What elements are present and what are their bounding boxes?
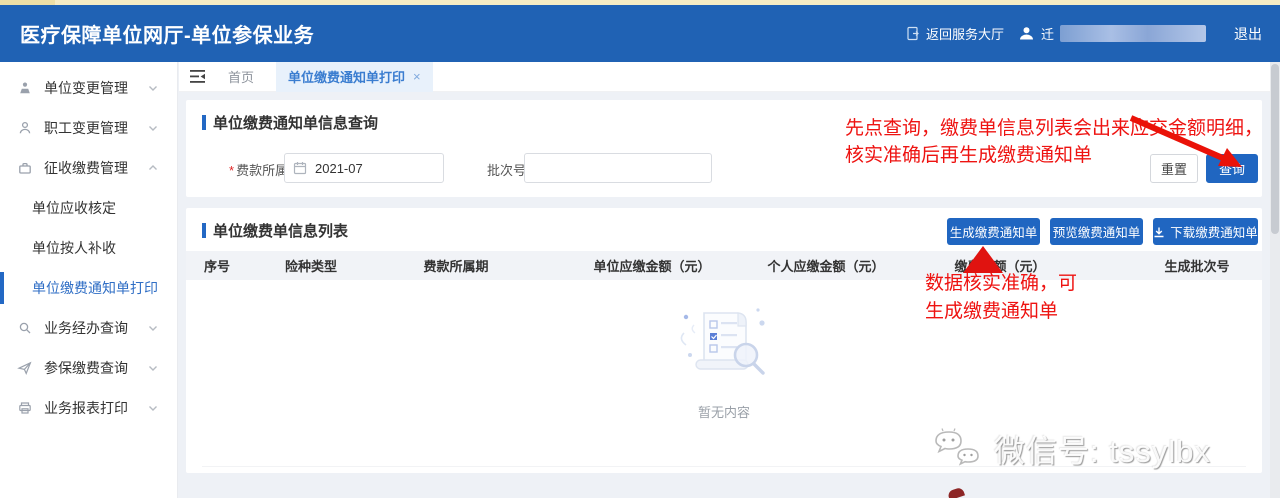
chevron-up-icon — [147, 162, 159, 174]
section-bar — [202, 115, 206, 130]
col-seq: 序号 — [204, 251, 230, 280]
tab-payment-notice-print[interactable]: 单位缴费通知单打印 × — [276, 62, 433, 92]
sidebar-subitem-label: 单位缴费通知单打印 — [32, 278, 158, 298]
required-mark: * — [229, 163, 234, 178]
batch-value[interactable] — [533, 160, 703, 177]
sidebar-item-unit-change[interactable]: 单位变更管理 — [0, 68, 177, 108]
query-tip-line1: 先点查询，缴费单信息列表会出来应交金额明细， — [845, 115, 1263, 142]
download-label: 下载缴费通知单 — [1170, 222, 1258, 241]
printer-icon — [17, 400, 33, 416]
sidebar-item-label: 单位变更管理 — [44, 78, 128, 98]
period-value[interactable] — [313, 160, 435, 177]
generate-tip-line1: 数据核实准确，可 — [925, 270, 1077, 298]
page-title: 医疗保障单位网厅-单位参保业务 — [20, 19, 314, 48]
col-unit-amount: 单位应缴金额（元） — [593, 251, 710, 280]
sidebar-subitem-label: 单位按人补收 — [32, 238, 116, 258]
app-window: 医疗保障单位网厅-单位参保业务 返回服务大厅 迁 退出 — [0, 0, 1280, 498]
sidebar: 单位变更管理 职工变更管理 征收缴费管理 单位应收核定 单位按人补收 — [0, 62, 178, 498]
app-header: 医疗保障单位网厅-单位参保业务 返回服务大厅 迁 退出 — [0, 5, 1280, 62]
chevron-down-icon — [147, 322, 159, 334]
sidebar-item-business-query[interactable]: 业务经办查询 — [0, 308, 177, 348]
red-triangle-icon — [963, 246, 1003, 273]
col-period: 费款所属期 — [423, 251, 488, 280]
query-tip-annotation: 先点查询，缴费单信息列表会出来应交金额明细， 核实准确后再生成缴费通知单 — [845, 115, 1263, 169]
redacted-user-name — [1060, 25, 1206, 42]
logout-button[interactable]: 退出 — [1234, 24, 1262, 44]
batch-label: 批次号 — [487, 160, 526, 179]
tab-home[interactable]: 首页 — [228, 67, 254, 86]
podium-person-icon — [17, 80, 33, 96]
chevron-down-icon — [147, 122, 159, 134]
card-bottom-divider — [202, 466, 1246, 467]
vertical-scrollbar[interactable] — [1270, 62, 1280, 498]
calendar-icon — [293, 161, 307, 175]
preview-notice-button[interactable]: 预览缴费通知单 — [1050, 218, 1143, 245]
col-insurance-type: 险种类型 — [285, 251, 337, 280]
sidebar-subitem-supplement-by-person[interactable]: 单位按人补收 — [0, 228, 177, 268]
sidebar-subitem-receivable-check[interactable]: 单位应收核定 — [0, 188, 177, 228]
sidebar-item-insured-payment-query[interactable]: 参保缴费查询 — [0, 348, 177, 388]
empty-illustration-icon — [670, 303, 778, 383]
sidebar-item-employee-change[interactable]: 职工变更管理 — [0, 108, 177, 148]
col-person-amount: 个人应缴金额（元） — [767, 251, 884, 280]
query-section-title: 单位缴费通知单信息查询 — [202, 112, 378, 133]
tab-close-icon[interactable]: × — [413, 69, 421, 84]
sidebar-item-label: 参保缴费查询 — [44, 358, 128, 378]
tab-label: 单位缴费通知单打印 — [288, 67, 405, 86]
sidebar-item-label: 业务报表打印 — [44, 398, 128, 418]
query-tip-line2: 核实准确后再生成缴费通知单 — [845, 142, 1263, 169]
generate-tip-annotation: 数据核实准确，可 生成缴费通知单 — [925, 270, 1077, 326]
section-bar — [202, 223, 206, 238]
user-chip[interactable]: 迁 — [1018, 24, 1206, 43]
chevron-down-icon — [147, 82, 159, 94]
scrollbar-thumb[interactable] — [1271, 64, 1279, 234]
sidebar-item-levy-payment[interactable]: 征收缴费管理 — [0, 148, 177, 188]
back-to-hall-button[interactable]: 返回服务大厅 — [906, 24, 1004, 43]
sidebar-subitem-payment-notice-print[interactable]: 单位缴费通知单打印 — [0, 268, 177, 308]
briefcase-icon — [17, 160, 33, 176]
send-icon — [17, 360, 33, 376]
partial-watermark-blob — [947, 487, 965, 498]
user-name-prefix: 迁 — [1041, 24, 1054, 43]
chevron-down-icon — [147, 402, 159, 414]
col-batch-no: 生成批次号 — [1164, 251, 1229, 280]
exit-document-icon — [906, 26, 920, 41]
person-icon — [17, 120, 33, 136]
menu-fold-icon[interactable] — [189, 69, 206, 84]
tab-bar: 首页 单位缴费通知单打印 × — [179, 62, 1280, 92]
search-icon — [17, 320, 33, 336]
batch-input[interactable] — [524, 153, 712, 183]
list-card: 单位缴费单信息列表 生成缴费通知单 预览缴费通知单 下载缴费通知单 序号 险种类… — [186, 208, 1262, 473]
sidebar-item-report-print[interactable]: 业务报表打印 — [0, 388, 177, 428]
user-icon — [1018, 25, 1035, 42]
table-header-row: 序号 险种类型 费款所属期 单位应缴金额（元） 个人应缴金额（元） 缴费总额（元… — [186, 251, 1262, 280]
sidebar-subitem-label: 单位应收核定 — [32, 198, 116, 218]
generate-notice-button[interactable]: 生成缴费通知单 — [947, 218, 1040, 245]
sidebar-item-label: 征收缴费管理 — [44, 158, 128, 178]
empty-state: 暂无内容 — [186, 303, 1262, 421]
list-section-title: 单位缴费单信息列表 — [202, 220, 348, 241]
download-icon — [1153, 226, 1165, 238]
sidebar-item-label: 职工变更管理 — [44, 118, 128, 138]
period-date-input[interactable] — [284, 153, 444, 183]
sidebar-item-label: 业务经办查询 — [44, 318, 128, 338]
empty-text: 暂无内容 — [186, 402, 1262, 421]
chevron-down-icon — [147, 362, 159, 374]
back-to-hall-label: 返回服务大厅 — [926, 24, 1004, 43]
generate-tip-line2: 生成缴费通知单 — [925, 298, 1077, 326]
download-notice-button[interactable]: 下载缴费通知单 — [1153, 218, 1258, 245]
